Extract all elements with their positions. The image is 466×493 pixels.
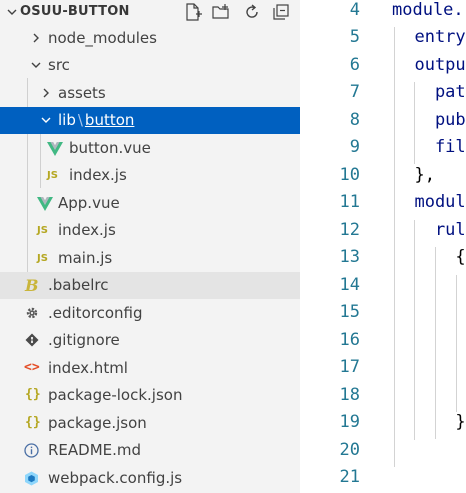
tree-item-index-js-inner[interactable]: JS index.js: [0, 162, 300, 189]
chevron-down-icon: [30, 58, 42, 76]
code-line: module.: [392, 0, 464, 20]
tree-item-label: .editorconfig: [48, 304, 143, 322]
line-number: 17: [339, 357, 360, 377]
svg-text:B: B: [24, 277, 38, 293]
tree-item-label: button.vue: [69, 139, 151, 157]
javascript-icon: JS: [37, 253, 48, 264]
chevron-down-icon[interactable]: [6, 5, 18, 23]
vue-icon: [47, 142, 63, 160]
line-number: 20: [339, 440, 360, 460]
git-icon: [25, 333, 39, 351]
tree-item-label: .babelrc: [48, 276, 109, 294]
line-number-gutter: 4 5 6 7 8 9 10 11 12 13 14 15 16 17 18 1…: [300, 0, 380, 493]
tree-item-main-js[interactable]: JS main.js: [0, 245, 300, 272]
folder-segment-lib[interactable]: lib: [58, 111, 76, 129]
code-line: pub: [394, 110, 466, 130]
folder-segment-button[interactable]: button: [85, 111, 134, 129]
collapse-all-icon[interactable]: [271, 2, 291, 22]
line-number: 11: [339, 192, 360, 212]
code-line: {: [394, 247, 466, 267]
tree-item-index-js[interactable]: JS index.js: [0, 217, 300, 244]
tree-item-src[interactable]: src: [0, 52, 300, 79]
tree-item-lib-button[interactable]: lib \ button: [0, 107, 300, 134]
code-editor[interactable]: module. entry outpu pat pub fil }, modul…: [380, 0, 466, 493]
line-number: 12: [339, 220, 360, 240]
code-line: },: [394, 165, 435, 185]
refresh-icon[interactable]: [242, 2, 262, 22]
tree-item-label: main.js: [58, 249, 113, 267]
line-number: 13: [339, 247, 360, 267]
code-line: entry: [394, 27, 466, 47]
new-folder-icon[interactable]: [211, 2, 231, 22]
line-number: 14: [339, 275, 360, 295]
line-number: 9: [349, 137, 360, 157]
indent-guide: [456, 275, 457, 412]
tree-item-webpack-config[interactable]: webpack.config.js: [0, 465, 300, 492]
tree-item-label: package-lock.json: [48, 386, 183, 404]
tree-item-assets[interactable]: assets: [0, 80, 300, 107]
line-number: 16: [339, 330, 360, 350]
tree-item-readme[interactable]: README.md: [0, 437, 300, 464]
tree-item-label: App.vue: [58, 194, 120, 212]
tree-item-label: assets: [58, 84, 106, 102]
tree-item-label: index.js: [58, 221, 116, 239]
code-line: modul: [394, 192, 466, 212]
line-number: 18: [339, 385, 360, 405]
tree-item-label: src: [48, 56, 70, 74]
tree-item-label: lib \ button: [58, 111, 134, 129]
tree-item-label: index.html: [48, 359, 128, 377]
tree-item-node-modules[interactable]: node_modules: [0, 25, 300, 52]
tree-item-index-html[interactable]: <> index.html: [0, 355, 300, 382]
tree-item-app-vue[interactable]: App.vue: [0, 190, 300, 217]
tree-item-label: index.js: [69, 166, 127, 184]
babel-icon: B: [24, 276, 39, 297]
code-line: }: [394, 412, 466, 432]
json-icon: {}: [25, 415, 41, 430]
chevron-down-icon: [40, 113, 52, 131]
line-number: 5: [349, 27, 360, 47]
webpack-icon: [24, 471, 39, 490]
code-line: rul: [394, 220, 466, 240]
tree-item-label: .gitignore: [48, 331, 120, 349]
explorer-panel: OSUU-BUTTON node_modules src assets lib …: [0, 0, 300, 493]
json-icon: {}: [25, 387, 41, 402]
line-number: 4: [349, 0, 360, 20]
tree-item-editorconfig[interactable]: .editorconfig: [0, 300, 300, 327]
path-separator: \: [77, 111, 83, 129]
chevron-right-icon: [40, 86, 52, 104]
line-number: 19: [339, 412, 360, 432]
tree-item-button-vue[interactable]: button.vue: [0, 135, 300, 162]
tree-item-label: webpack.config.js: [48, 469, 183, 487]
tree-item-label: package.json: [48, 414, 147, 432]
code-line: outpu: [394, 55, 466, 75]
tree-item-gitignore[interactable]: .gitignore: [0, 327, 300, 354]
new-file-icon[interactable]: [183, 2, 203, 22]
explorer-header[interactable]: OSUU-BUTTON: [0, 0, 300, 23]
javascript-icon: JS: [37, 225, 48, 236]
line-number: 6: [349, 55, 360, 75]
tree-item-package-json[interactable]: {} package.json: [0, 410, 300, 437]
code-line: fil: [394, 137, 466, 157]
line-number: 15: [339, 302, 360, 322]
tree-item-label: README.md: [48, 441, 142, 459]
javascript-icon: JS: [47, 170, 58, 181]
line-number: 7: [349, 82, 360, 102]
vue-icon: [37, 197, 53, 215]
gear-icon: [25, 306, 39, 324]
indent-guide: [435, 247, 436, 439]
line-number: 8: [349, 110, 360, 130]
line-number: 10: [339, 165, 360, 185]
line-number: 21: [339, 467, 360, 487]
tree-item-package-lock-json[interactable]: {} package-lock.json: [0, 382, 300, 409]
html-icon: <>: [24, 360, 40, 375]
chevron-right-icon: [30, 31, 42, 49]
tree-item-babelrc[interactable]: B .babelrc: [0, 272, 300, 299]
info-icon: [24, 443, 39, 462]
code-line: pat: [394, 82, 466, 102]
tree-item-label: node_modules: [48, 29, 157, 47]
explorer-title: OSUU-BUTTON: [20, 4, 130, 19]
